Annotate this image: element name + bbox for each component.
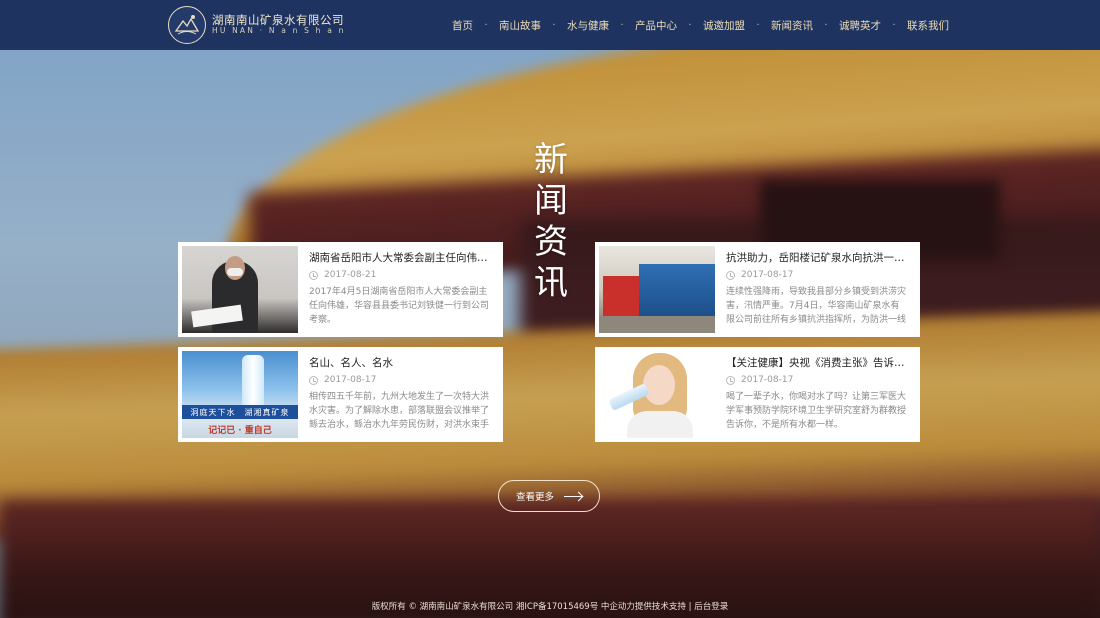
nav-separator: · [484, 19, 488, 31]
thumb-body [627, 411, 693, 438]
nav-separator: · [824, 19, 828, 31]
nav-franchise[interactable]: 诚邀加盟 [703, 18, 745, 33]
nav-news[interactable]: 新闻资讯 [771, 18, 813, 33]
news-title[interactable]: 抗洪助力，岳阳楼记矿泉水向抗洪一线的... [726, 251, 908, 265]
thumb-truck-cab [603, 276, 641, 316]
admin-login-link[interactable]: 后台登录 [694, 602, 728, 612]
news-summary: 2017年4月5日湖南省岳阳市人大常委会副主任向伟雄，华容县县委书记刘铁健一行到… [309, 287, 490, 325]
main-nav: 首页 · 南山故事 · 水与健康 · 产品中心 · 诚邀加盟 · 新闻资讯 · … [452, 0, 949, 50]
nav-separator: · [892, 19, 896, 31]
background-image [0, 0, 1100, 618]
nav-water-health[interactable]: 水与健康 [567, 18, 609, 33]
news-summary: 连续性强降雨，导致我县部分乡镇受到洪涝灾害，汛情严重。7月4日，华容南山矿泉水有… [726, 287, 907, 325]
section-title-char: 资 [534, 222, 568, 262]
footer-copyright: 版权所有 © 湖南南山矿泉水有限公司 湘ICP备17015469号 中企动力提供… [371, 602, 692, 612]
clock-icon [726, 375, 735, 385]
news-thumbnail[interactable] [182, 246, 298, 333]
thumb-person-mask [227, 268, 243, 276]
nav-separator: · [552, 19, 556, 31]
news-date: 2017-08-17 [726, 269, 908, 281]
view-more-label: 查看更多 [515, 492, 554, 503]
thumb-truck [639, 264, 715, 316]
news-title[interactable]: 名山、名人、名水 [309, 356, 491, 370]
view-more-button[interactable]: 查看更多 [498, 480, 600, 512]
nav-separator: · [688, 19, 692, 31]
news-thumbnail[interactable] [599, 351, 715, 438]
mountain-icon [174, 15, 200, 35]
thumb-bottle [242, 355, 264, 407]
nav-home[interactable]: 首页 [452, 18, 473, 33]
news-card[interactable]: 洞庭天下水 湖湘真矿泉 记记已 · 重自己 名山、名人、名水 2017-08-1… [178, 347, 503, 442]
news-card[interactable]: 抗洪助力，岳阳楼记矿泉水向抗洪一线的... 2017-08-17 连续性强降雨，… [595, 242, 920, 337]
footer: 版权所有 © 湖南南山矿泉水有限公司 湘ICP备17015469号 中企动力提供… [0, 600, 1100, 614]
thumb-banner-text: 洞庭天下水 湖湘真矿泉 [190, 408, 290, 417]
news-date-text: 2017-08-17 [324, 375, 377, 385]
section-title-char: 讯 [534, 263, 568, 303]
nav-separator: · [756, 19, 760, 31]
nav-separator: · [620, 19, 624, 31]
news-summary: 喝了一辈子水，你喝对水了吗？让第三军医大学军事预防学院环境卫生学研究室舒为群教授… [726, 392, 907, 430]
nav-contact[interactable]: 联系我们 [907, 18, 949, 33]
news-date-text: 2017-08-17 [741, 270, 794, 280]
news-card[interactable]: 【关注健康】央视《消费主张》告诉你，... 2017-08-17 喝了一辈子水，… [595, 347, 920, 442]
news-date-text: 2017-08-21 [324, 270, 377, 280]
section-title: 新 闻 资 讯 [528, 140, 574, 304]
news-thumbnail[interactable]: 洞庭天下水 湖湘真矿泉 记记已 · 重自己 [182, 351, 298, 438]
background-shade [0, 0, 1100, 618]
thumb-slogan-text: 记记已 · 重自己 [208, 426, 272, 436]
arrow-right-icon [564, 495, 582, 497]
news-date: 2017-08-17 [309, 374, 491, 386]
section-title-char: 闻 [534, 181, 568, 221]
section-title-char: 新 [534, 140, 568, 180]
news-title[interactable]: 【关注健康】央视《消费主张》告诉你，... [726, 356, 908, 370]
thumb-face [643, 365, 675, 405]
news-date: 2017-08-17 [726, 374, 908, 386]
news-card[interactable]: 湖南省岳阳市人大常委会副主任向伟雄，... 2017-08-21 2017年4月… [178, 242, 503, 337]
clock-icon [726, 270, 735, 280]
clock-icon [309, 375, 318, 385]
logo-emblem-icon [168, 6, 206, 44]
clock-icon [309, 270, 318, 280]
thumb-ground [599, 316, 715, 333]
news-summary: 相传四五千年前，九州大地发生了一次特大洪水灾害。为了解除水患，部落联盟会议推举了… [309, 392, 490, 430]
news-date: 2017-08-21 [309, 269, 491, 281]
nav-products[interactable]: 产品中心 [635, 18, 677, 33]
nav-careers[interactable]: 诚聘英才 [839, 18, 881, 33]
company-logo[interactable]: 湖南南山矿泉水有限公司 HU NAN · N a n S h a n [168, 4, 346, 46]
news-thumbnail[interactable] [599, 246, 715, 333]
news-date-text: 2017-08-17 [741, 375, 794, 385]
logo-english-name: HU NAN · N a n S h a n [212, 26, 346, 36]
nav-story[interactable]: 南山故事 [499, 18, 541, 33]
top-header: 湖南南山矿泉水有限公司 HU NAN · N a n S h a n 首页 · … [0, 0, 1100, 50]
news-title[interactable]: 湖南省岳阳市人大常委会副主任向伟雄，... [309, 251, 491, 265]
